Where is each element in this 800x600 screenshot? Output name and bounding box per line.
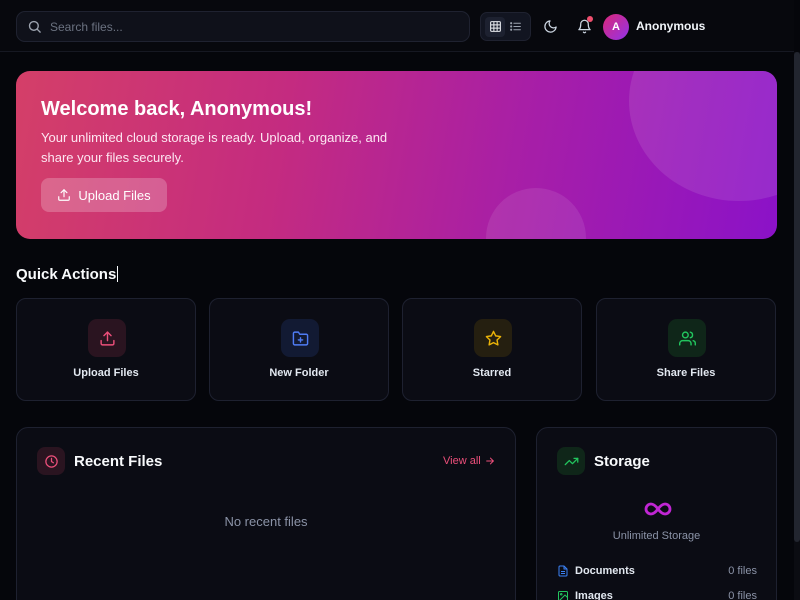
moon-icon: [543, 19, 557, 33]
storage-row-documents[interactable]: Documents 0 files: [557, 563, 757, 579]
upload-files-label: Upload Files: [78, 187, 151, 203]
quick-action-label: New Folder: [269, 367, 329, 379]
storage-row-images[interactable]: Images 0 files: [557, 588, 757, 600]
clock-icon: [44, 454, 58, 468]
users-icon-tile: [668, 319, 706, 357]
star-icon: [485, 330, 501, 346]
quick-action-share-files[interactable]: Share Files: [596, 298, 776, 401]
storage-panel: Storage Unlimited Storage Documents 0 fi…: [536, 427, 777, 600]
view-all-link[interactable]: View all: [443, 455, 495, 467]
infinity-icon: [644, 502, 672, 516]
arrow-right-icon: [485, 457, 494, 465]
welcome-banner: Welcome back, Anonymous! Your unlimited …: [16, 71, 777, 239]
search-icon: [28, 20, 41, 33]
username[interactable]: Anonymous: [636, 19, 705, 33]
quick-action-label: Upload Files: [73, 367, 139, 379]
storage-capacity-label: Unlimited Storage: [612, 530, 701, 542]
storage-row-count: 0 files: [728, 590, 757, 600]
scrollbar-thumb[interactable]: [794, 52, 800, 542]
notification-dot: [587, 16, 593, 22]
view-toggle: [480, 12, 531, 41]
quick-action-new-folder[interactable]: New Folder: [209, 298, 389, 401]
avatar[interactable]: A: [603, 14, 629, 40]
quick-action-upload-files[interactable]: Upload Files: [16, 298, 196, 401]
list-icon: [510, 22, 522, 31]
storage-row-name: Documents: [575, 565, 635, 577]
theme-toggle-button[interactable]: [540, 16, 560, 36]
upload-icon: [99, 330, 115, 346]
folder-plus-icon: [292, 330, 308, 346]
document-icon: [558, 565, 568, 577]
clock-icon-tile: [37, 447, 65, 475]
view-all-label: View all: [443, 455, 481, 467]
quick-action-label: Share Files: [656, 367, 716, 379]
list-view-button[interactable]: [506, 17, 526, 37]
trending-up-icon-tile: [557, 447, 585, 475]
storage-title: Storage: [594, 453, 650, 470]
search-input[interactable]: [50, 19, 430, 34]
upload-files-button[interactable]: Upload Files: [41, 178, 167, 212]
users-icon: [678, 330, 696, 346]
grid-icon: [489, 21, 501, 32]
decorative-circle: [486, 188, 586, 239]
recent-files-title: Recent Files: [74, 453, 163, 470]
quick-action-label: Starred: [472, 367, 512, 379]
storage-row-name: Images: [575, 590, 613, 600]
storage-row-count: 0 files: [728, 565, 757, 577]
text-cursor: [117, 266, 119, 282]
upload-icon-tile: [88, 319, 126, 357]
welcome-subtitle: Your unlimited cloud storage is ready. U…: [41, 130, 388, 165]
top-bar: A Anonymous: [0, 0, 794, 52]
quick-actions-title: Quick Actions: [16, 266, 119, 283]
grid-view-button[interactable]: [485, 16, 506, 37]
upload-icon: [58, 189, 71, 201]
star-icon-tile: [474, 319, 512, 357]
search-box[interactable]: [16, 11, 470, 42]
trending-up-icon: [564, 457, 578, 465]
image-icon: [558, 591, 568, 600]
recent-files-panel: Recent Files View all No recent files: [16, 427, 516, 600]
notifications-button[interactable]: [574, 16, 594, 36]
folder-plus-icon-tile: [281, 319, 319, 357]
empty-state-text: No recent files: [224, 514, 308, 529]
quick-action-starred[interactable]: Starred: [402, 298, 582, 401]
welcome-title: Welcome back, Anonymous!: [41, 98, 313, 120]
decorative-circle: [629, 71, 777, 201]
